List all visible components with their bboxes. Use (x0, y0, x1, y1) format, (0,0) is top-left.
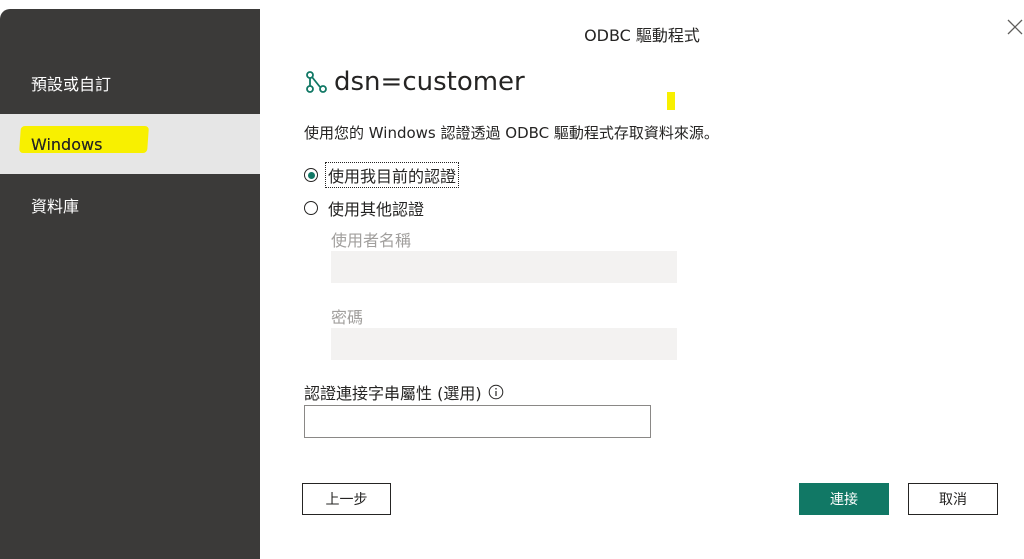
yellow-cursor-mark (667, 92, 675, 110)
username-field[interactable] (331, 251, 677, 283)
info-icon[interactable] (488, 384, 504, 400)
sidebar-item-label: 預設或自訂 (31, 75, 112, 94)
branch-icon (306, 71, 327, 93)
sidebar-item-default-or-custom[interactable]: 預設或自訂 (0, 53, 260, 113)
password-field[interactable] (331, 328, 677, 360)
connection-string-input[interactable] (304, 405, 651, 438)
radio-unselected-icon (304, 201, 318, 215)
connection-string-label-row: 認證連接字串屬性 (選用) (304, 380, 504, 404)
description-text: 使用您的 Windows 認證透過 ODBC 驅動程式存取資料來源。 (304, 124, 719, 142)
radio-label: 使用我目前的認證 (324, 162, 460, 188)
back-button[interactable]: 上一步 (302, 483, 391, 515)
sidebar-item-label: Windows (31, 134, 103, 154)
radio-selected-icon (304, 168, 318, 182)
radio-current-credentials[interactable]: 使用我目前的認證 (304, 162, 460, 188)
username-label: 使用者名稱 (331, 231, 412, 250)
auth-sidebar: 預設或自訂 Windows 資料庫 (0, 9, 260, 559)
radio-other-credentials[interactable]: 使用其他認證 (304, 196, 426, 220)
connect-button[interactable]: 連接 (799, 483, 889, 515)
cancel-button[interactable]: 取消 (908, 483, 998, 515)
radio-label: 使用其他認證 (328, 200, 425, 219)
connection-string-label: 認證連接字串屬性 (選用) (304, 384, 482, 403)
close-icon[interactable] (1004, 16, 1024, 38)
sidebar-item-database[interactable]: 資料庫 (0, 175, 260, 235)
odbc-dialog: 預設或自訂 Windows 資料庫 Windows ODBC 驅動程式 dsn=… (0, 0, 1024, 559)
password-label: 密碼 (331, 308, 364, 327)
page-title: dsn=customer (334, 67, 525, 97)
dialog-title: ODBC 驅動程式 (584, 26, 700, 45)
sidebar-item-label: 資料庫 (31, 197, 80, 216)
